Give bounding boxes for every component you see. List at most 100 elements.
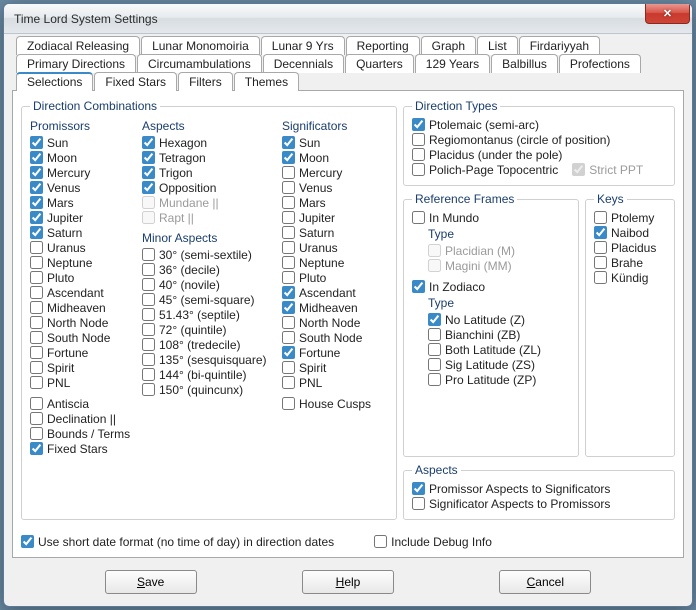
zod-type-2-checkbox[interactable] — [428, 343, 441, 356]
significator-16-checkbox[interactable] — [282, 376, 295, 389]
promissor-8-checkbox[interactable] — [30, 256, 43, 269]
aspect-2[interactable]: Trigon — [142, 165, 276, 180]
promissor-12[interactable]: North Node — [30, 315, 136, 330]
significator-15-checkbox[interactable] — [282, 361, 295, 374]
significator-6[interactable]: Saturn — [282, 225, 388, 240]
promissor-15-checkbox[interactable] — [30, 361, 43, 374]
promissor-5-checkbox[interactable] — [30, 211, 43, 224]
minor-aspect-6-checkbox[interactable] — [142, 338, 155, 351]
zod-type-4-checkbox[interactable] — [428, 373, 441, 386]
promissor-16[interactable]: PNL — [30, 375, 136, 390]
promissor-11-checkbox[interactable] — [30, 301, 43, 314]
promissor-8[interactable]: Neptune — [30, 255, 136, 270]
promissor-14[interactable]: Fortune — [30, 345, 136, 360]
significator-5[interactable]: Jupiter — [282, 210, 388, 225]
significator-4-checkbox[interactable] — [282, 196, 295, 209]
direction-type-1[interactable]: Regiomontanus (circle of position) — [412, 132, 666, 147]
short-date-format-checkbox[interactable] — [21, 535, 34, 548]
promissor-2-checkbox[interactable] — [30, 166, 43, 179]
include-debug[interactable]: Include Debug Info — [374, 534, 492, 549]
promissor-6-checkbox[interactable] — [30, 226, 43, 239]
promissor-1[interactable]: Moon — [30, 150, 136, 165]
minor-aspect-0-checkbox[interactable] — [142, 248, 155, 261]
aspect-dir-1-checkbox[interactable] — [412, 497, 425, 510]
significator-7-checkbox[interactable] — [282, 241, 295, 254]
tab-lunar-monomoiria[interactable]: Lunar Monomoiria — [141, 36, 260, 55]
key-4-checkbox[interactable] — [594, 271, 607, 284]
tab-firdariyyah[interactable]: Firdariyyah — [519, 36, 600, 55]
promissor-3[interactable]: Venus — [30, 180, 136, 195]
minor-aspect-8[interactable]: 144° (bi-quintile) — [142, 367, 276, 382]
promissor-4-checkbox[interactable] — [30, 196, 43, 209]
promissor-extra-0-checkbox[interactable] — [30, 397, 43, 410]
significator-0[interactable]: Sun — [282, 135, 388, 150]
aspect-0[interactable]: Hexagon — [142, 135, 276, 150]
significator-5-checkbox[interactable] — [282, 211, 295, 224]
aspect-3[interactable]: Opposition — [142, 180, 276, 195]
zod-type-3[interactable]: Sig Latitude (ZS) — [428, 357, 570, 372]
tab-list[interactable]: List — [477, 36, 518, 55]
significator-9-checkbox[interactable] — [282, 271, 295, 284]
promissor-5[interactable]: Jupiter — [30, 210, 136, 225]
aspect-0-checkbox[interactable] — [142, 136, 155, 149]
key-4[interactable]: Kündig — [594, 270, 666, 285]
promissor-2[interactable]: Mercury — [30, 165, 136, 180]
tab-themes[interactable]: Themes — [234, 72, 299, 91]
promissor-9-checkbox[interactable] — [30, 271, 43, 284]
aspect-dir-0[interactable]: Promissor Aspects to Significators — [412, 481, 666, 496]
minor-aspect-1-checkbox[interactable] — [142, 263, 155, 276]
promissor-extra-1-checkbox[interactable] — [30, 412, 43, 425]
zod-type-2[interactable]: Both Latitude (ZL) — [428, 342, 570, 357]
aspect-1[interactable]: Tetragon — [142, 150, 276, 165]
significator-10-checkbox[interactable] — [282, 286, 295, 299]
promissor-3-checkbox[interactable] — [30, 181, 43, 194]
aspect-2-checkbox[interactable] — [142, 166, 155, 179]
aspect-3-checkbox[interactable] — [142, 181, 155, 194]
direction-type-1-checkbox[interactable] — [412, 133, 425, 146]
significator-1[interactable]: Moon — [282, 150, 388, 165]
short-date-format[interactable]: Use short date format (no time of day) i… — [21, 534, 334, 549]
direction-type-2[interactable]: Placidus (under the pole) — [412, 147, 666, 162]
key-0[interactable]: Ptolemy — [594, 210, 666, 225]
tab-129-years[interactable]: 129 Years — [415, 54, 490, 73]
significator-0-checkbox[interactable] — [282, 136, 295, 149]
significator-3[interactable]: Venus — [282, 180, 388, 195]
aspect-dir-1[interactable]: Significator Aspects to Promissors — [412, 496, 666, 511]
significator-9[interactable]: Pluto — [282, 270, 388, 285]
direction-type-0-checkbox[interactable] — [412, 118, 425, 131]
key-3-checkbox[interactable] — [594, 256, 607, 269]
aspect-dir-0-checkbox[interactable] — [412, 482, 425, 495]
close-button[interactable]: ✕ — [645, 4, 690, 24]
promissor-16-checkbox[interactable] — [30, 376, 43, 389]
tab-graph[interactable]: Graph — [421, 36, 476, 55]
promissor-6[interactable]: Saturn — [30, 225, 136, 240]
promissor-14-checkbox[interactable] — [30, 346, 43, 359]
promissor-extra-0[interactable]: Antiscia — [30, 396, 136, 411]
minor-aspect-2[interactable]: 40° (novile) — [142, 277, 276, 292]
minor-aspect-8-checkbox[interactable] — [142, 368, 155, 381]
help-button[interactable]: Help — [302, 570, 394, 594]
key-1-checkbox[interactable] — [594, 226, 607, 239]
minor-aspect-3[interactable]: 45° (semi-square) — [142, 292, 276, 307]
promissor-15[interactable]: Spirit — [30, 360, 136, 375]
significator-6-checkbox[interactable] — [282, 226, 295, 239]
significator-4[interactable]: Mars — [282, 195, 388, 210]
key-1[interactable]: Naibod — [594, 225, 666, 240]
zod-type-1[interactable]: Bianchini (ZB) — [428, 327, 570, 342]
tab-lunar-9-yrs[interactable]: Lunar 9 Yrs — [261, 36, 345, 55]
significator-7[interactable]: Uranus — [282, 240, 388, 255]
promissor-7-checkbox[interactable] — [30, 241, 43, 254]
zod-type-4[interactable]: Pro Latitude (ZP) — [428, 372, 570, 387]
direction-type-3-checkbox[interactable] — [412, 163, 425, 176]
significator-14[interactable]: Fortune — [282, 345, 388, 360]
tab-profections[interactable]: Profections — [559, 54, 641, 73]
zod-type-3-checkbox[interactable] — [428, 358, 441, 371]
promissor-1-checkbox[interactable] — [30, 151, 43, 164]
significator-13-checkbox[interactable] — [282, 331, 295, 344]
save-button[interactable]: Save — [105, 570, 197, 594]
tab-balbillus[interactable]: Balbillus — [491, 54, 558, 73]
significator-8[interactable]: Neptune — [282, 255, 388, 270]
direction-type-0[interactable]: Ptolemaic (semi-arc) — [412, 117, 666, 132]
minor-aspect-3-checkbox[interactable] — [142, 293, 155, 306]
minor-aspect-0[interactable]: 30° (semi-sextile) — [142, 247, 276, 262]
